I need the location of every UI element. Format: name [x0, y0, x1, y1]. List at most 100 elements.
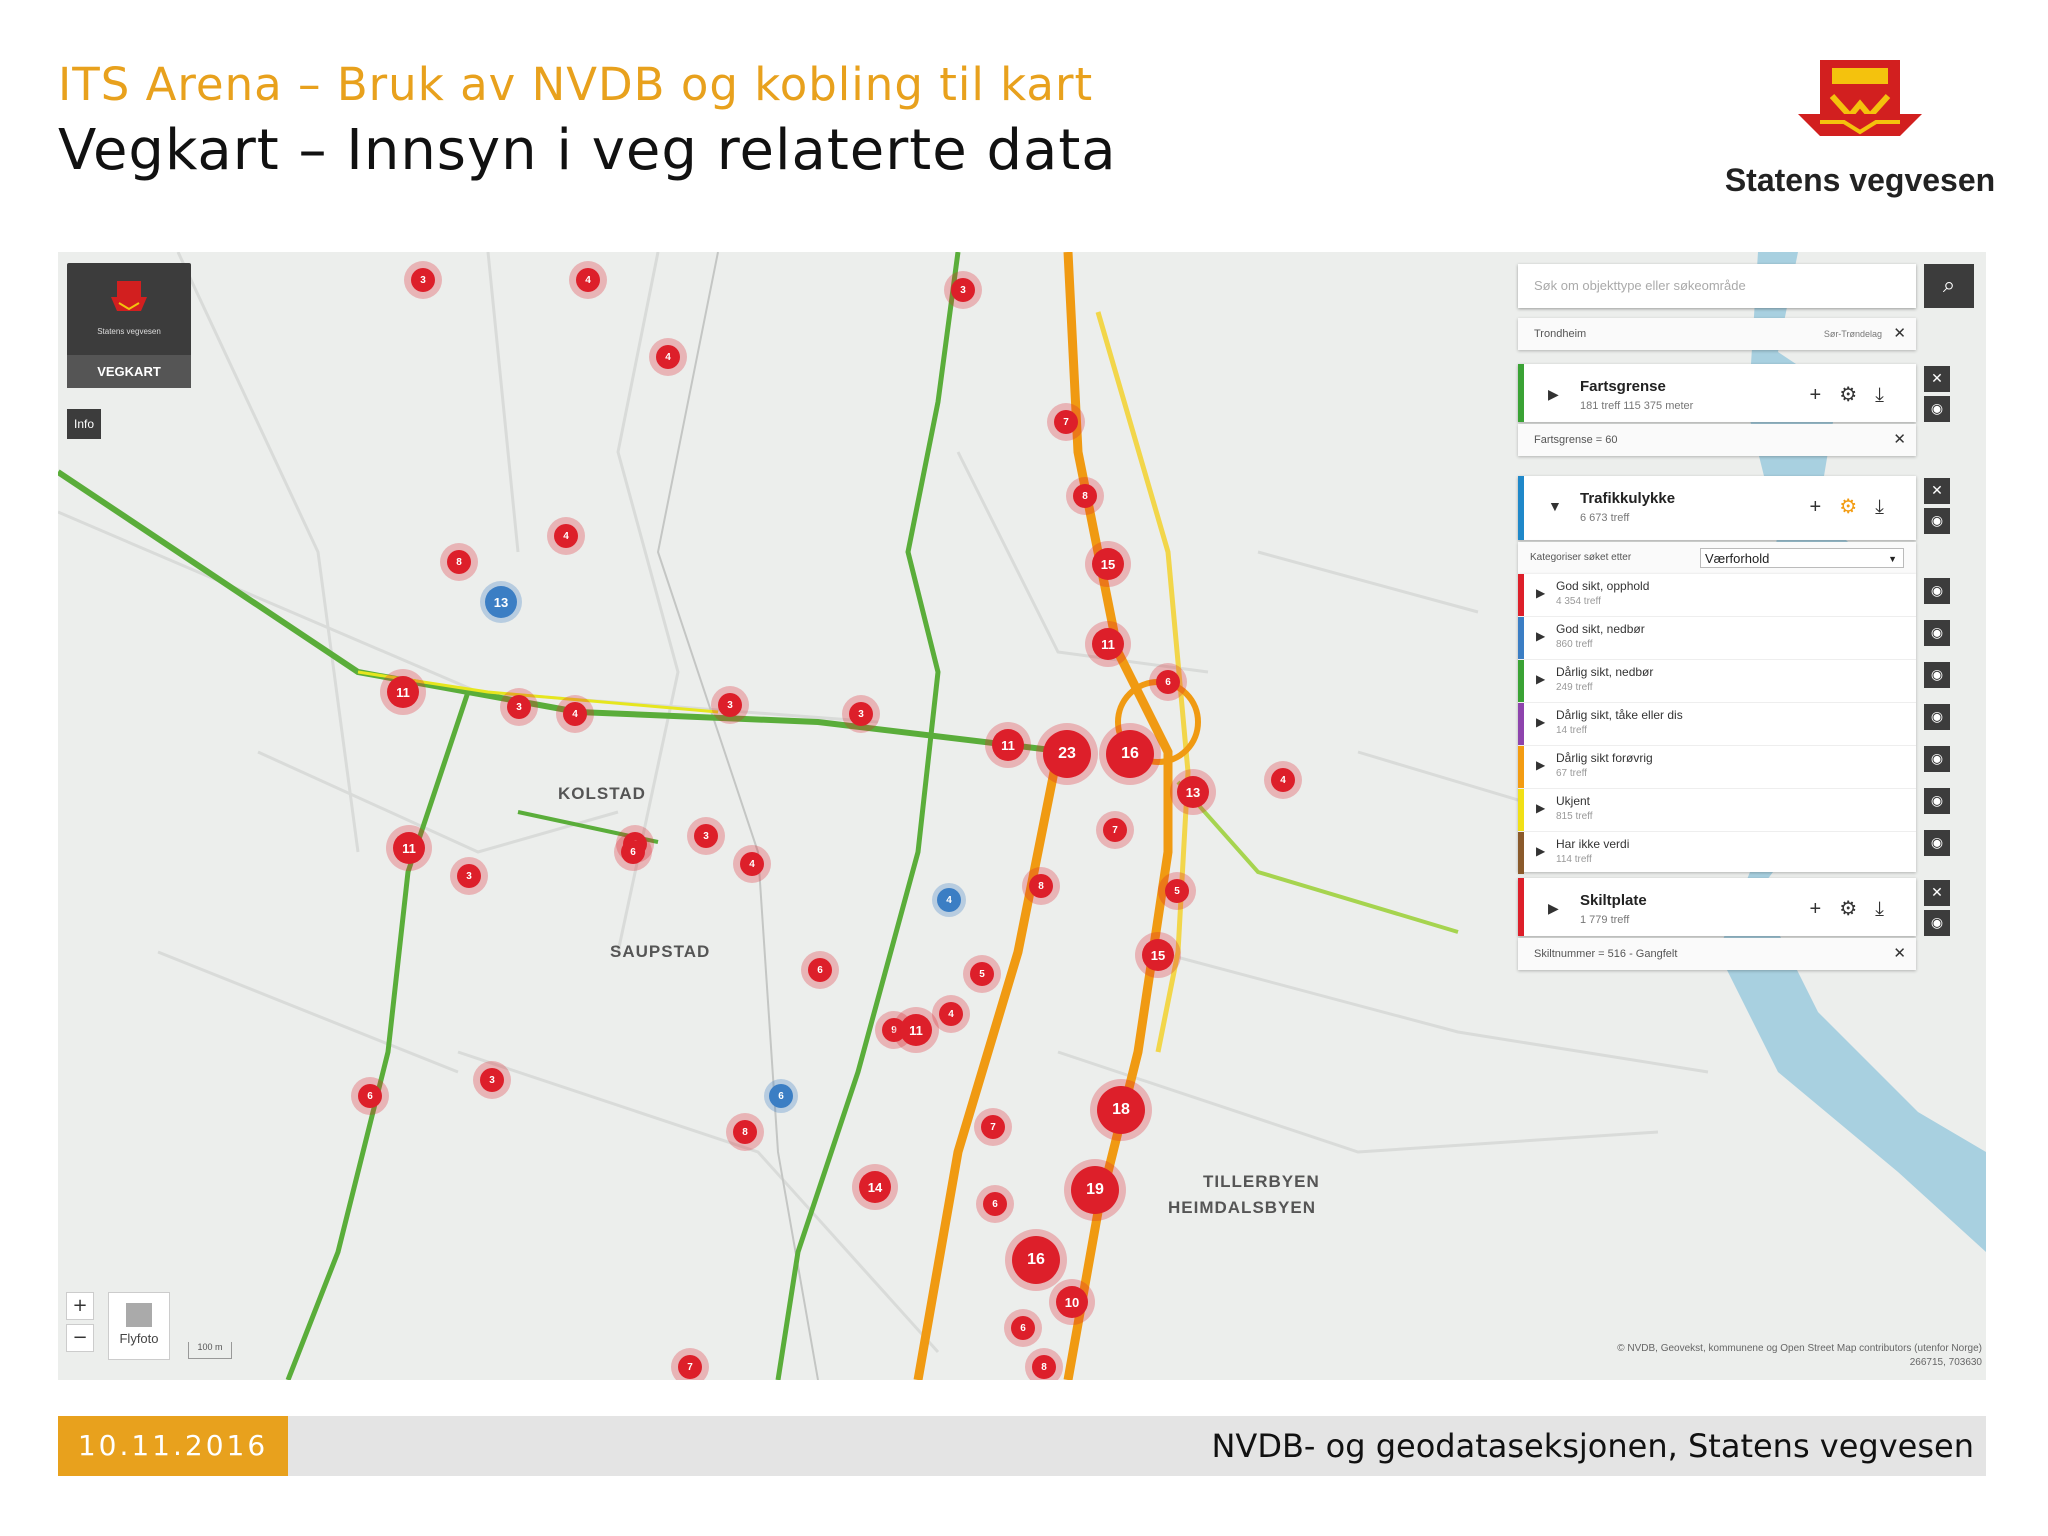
search-button[interactable]: ⌕ — [1924, 264, 1974, 308]
caret-right-icon[interactable]: ▶ — [1548, 386, 1559, 403]
accident-cluster-marker[interactable]: 3 — [457, 864, 481, 888]
accident-cluster-marker[interactable]: 4 — [937, 888, 961, 912]
accident-cluster-marker[interactable]: 6 — [1156, 670, 1180, 694]
category-row[interactable]: ▶ Dårlig sikt forøvrig 67 treff — [1518, 746, 1916, 789]
caret-right-icon[interactable]: ▶ — [1536, 715, 1545, 729]
accident-cluster-marker[interactable]: 11 — [393, 832, 425, 864]
search-input[interactable]: Søk om objekttype eller søkeområde — [1518, 264, 1916, 308]
accident-cluster-marker[interactable]: 13 — [485, 586, 517, 618]
accident-cluster-marker[interactable]: 6 — [358, 1084, 382, 1108]
accident-cluster-marker[interactable]: 6 — [621, 840, 645, 864]
accident-cluster-marker[interactable]: 5 — [970, 962, 994, 986]
caret-right-icon[interactable]: ▶ — [1536, 801, 1545, 815]
accident-cluster-marker[interactable]: 11 — [1092, 628, 1124, 660]
accident-cluster-marker[interactable]: 5 — [1165, 879, 1189, 903]
accident-cluster-marker[interactable]: 7 — [1054, 410, 1078, 434]
layer-filter[interactable]: Skiltnummer = 516 - Gangfelt ✕ — [1518, 938, 1916, 970]
download-icon[interactable]: ⤓ — [1875, 898, 1902, 920]
accident-cluster-marker[interactable]: 3 — [507, 695, 531, 719]
accident-cluster-marker[interactable]: 8 — [447, 550, 471, 574]
categorize-select[interactable]: Værforhold ▼ — [1700, 548, 1904, 568]
accident-cluster-marker[interactable]: 4 — [576, 268, 600, 292]
accident-cluster-marker[interactable]: 15 — [1142, 939, 1174, 971]
download-icon[interactable]: ⤓ — [1875, 384, 1902, 406]
accident-cluster-marker[interactable]: 7 — [678, 1355, 702, 1379]
accident-cluster-marker[interactable]: 14 — [859, 1171, 891, 1203]
eye-icon[interactable]: ◉ — [1924, 788, 1950, 814]
accident-cluster-marker[interactable]: 13 — [1177, 776, 1209, 808]
area-filter[interactable]: Trondheim Sør-Trøndelag ✕ — [1518, 318, 1916, 350]
accident-cluster-marker[interactable]: 15 — [1092, 548, 1124, 580]
eye-icon[interactable]: ◉ — [1924, 620, 1950, 646]
eye-icon[interactable]: ◉ — [1924, 396, 1950, 422]
close-icon[interactable]: ✕ — [1893, 938, 1906, 970]
accident-cluster-marker[interactable]: 6 — [1011, 1316, 1035, 1340]
close-layer-button[interactable]: ✕ — [1924, 478, 1950, 504]
caret-right-icon[interactable]: ▶ — [1548, 900, 1559, 917]
accident-cluster-marker[interactable]: 8 — [1029, 874, 1053, 898]
accident-cluster-marker[interactable]: 11 — [900, 1014, 932, 1046]
zoom-in-button[interactable]: + — [66, 1292, 94, 1320]
eye-icon[interactable]: ◉ — [1924, 910, 1950, 936]
close-layer-button[interactable]: ✕ — [1924, 366, 1950, 392]
accident-cluster-marker[interactable]: 6 — [983, 1192, 1007, 1216]
gear-icon[interactable]: ⚙ — [1839, 384, 1875, 406]
gear-icon[interactable]: ⚙ — [1839, 898, 1875, 920]
accident-cluster-marker[interactable]: 11 — [387, 676, 419, 708]
accident-cluster-marker[interactable]: 3 — [718, 693, 742, 717]
category-row[interactable]: ▶ Har ikke verdi 114 treff — [1518, 832, 1916, 874]
accident-cluster-marker[interactable]: 4 — [740, 852, 764, 876]
eye-icon[interactable]: ◉ — [1924, 830, 1950, 856]
layer-trafikkulykke[interactable]: ▼ Trafikkulykke 6 673 treff +⚙⤓ — [1518, 476, 1916, 540]
accident-cluster-marker[interactable]: 10 — [1056, 1286, 1088, 1318]
accident-cluster-marker[interactable]: 23 — [1043, 730, 1091, 778]
category-row[interactable]: ▶ God sikt, nedbør 860 treff — [1518, 617, 1916, 660]
accident-cluster-marker[interactable]: 7 — [981, 1115, 1005, 1139]
accident-cluster-marker[interactable]: 3 — [411, 268, 435, 292]
accident-cluster-marker[interactable]: 4 — [656, 345, 680, 369]
accident-cluster-marker[interactable]: 6 — [808, 958, 832, 982]
flyfoto-toggle[interactable]: Flyfoto — [108, 1292, 170, 1360]
add-icon[interactable]: + — [1810, 384, 1840, 406]
category-row[interactable]: ▶ Dårlig sikt, tåke eller dis 14 treff — [1518, 703, 1916, 746]
eye-icon[interactable]: ◉ — [1924, 704, 1950, 730]
caret-right-icon[interactable]: ▶ — [1536, 672, 1545, 686]
info-button[interactable]: Info — [67, 409, 101, 439]
accident-cluster-marker[interactable]: 8 — [1073, 484, 1097, 508]
caret-right-icon[interactable]: ▶ — [1536, 844, 1545, 858]
map-view[interactable]: KOLSTAD SAUPSTAD TILLERBYEN HEIMDALSBYEN… — [58, 252, 1986, 1380]
eye-icon[interactable]: ◉ — [1924, 508, 1950, 534]
accident-cluster-marker[interactable]: 3 — [849, 702, 873, 726]
accident-cluster-marker[interactable]: 16 — [1106, 730, 1154, 778]
eye-icon[interactable]: ◉ — [1924, 662, 1950, 688]
accident-cluster-marker[interactable]: 3 — [951, 278, 975, 302]
add-icon[interactable]: + — [1810, 898, 1840, 920]
zoom-out-button[interactable]: − — [66, 1324, 94, 1352]
accident-cluster-marker[interactable]: 7 — [1103, 818, 1127, 842]
close-layer-button[interactable]: ✕ — [1924, 880, 1950, 906]
accident-cluster-marker[interactable]: 8 — [1032, 1355, 1056, 1379]
accident-cluster-marker[interactable]: 19 — [1071, 1166, 1119, 1214]
category-row[interactable]: ▶ Dårlig sikt, nedbør 249 treff — [1518, 660, 1916, 703]
download-icon[interactable]: ⤓ — [1875, 496, 1902, 518]
accident-cluster-marker[interactable]: 8 — [733, 1120, 757, 1144]
category-row[interactable]: ▶ God sikt, opphold 4 354 treff — [1518, 574, 1916, 617]
category-row[interactable]: ▶ Ukjent 815 treff — [1518, 789, 1916, 832]
accident-cluster-marker[interactable]: 4 — [939, 1002, 963, 1026]
accident-cluster-marker[interactable]: 4 — [1271, 768, 1295, 792]
caret-down-icon[interactable]: ▼ — [1548, 498, 1562, 514]
layer-filter[interactable]: Fartsgrense = 60 ✕ — [1518, 424, 1916, 456]
caret-right-icon[interactable]: ▶ — [1536, 629, 1545, 643]
accident-cluster-marker[interactable]: 18 — [1097, 1086, 1145, 1134]
accident-cluster-marker[interactable]: 4 — [563, 702, 587, 726]
caret-right-icon[interactable]: ▶ — [1536, 586, 1545, 600]
eye-icon[interactable]: ◉ — [1924, 746, 1950, 772]
accident-cluster-marker[interactable]: 3 — [694, 824, 718, 848]
eye-icon[interactable]: ◉ — [1924, 578, 1950, 604]
accident-cluster-marker[interactable]: 3 — [480, 1068, 504, 1092]
close-icon[interactable]: ✕ — [1893, 318, 1906, 350]
layer-skiltplate[interactable]: ▶ Skiltplate 1 779 treff +⚙⤓ — [1518, 878, 1916, 936]
accident-cluster-marker[interactable]: 6 — [769, 1084, 793, 1108]
add-icon[interactable]: + — [1810, 496, 1840, 518]
accident-cluster-marker[interactable]: 11 — [992, 729, 1024, 761]
